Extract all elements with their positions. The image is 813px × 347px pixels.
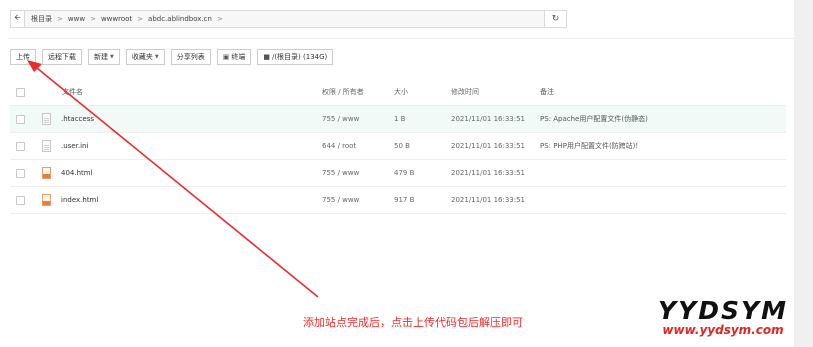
row-checkbox[interactable] — [16, 114, 25, 124]
file-name[interactable]: .user.ini — [61, 142, 88, 150]
new-label: 新建 — [94, 53, 108, 61]
file-size: 917 B — [394, 196, 415, 204]
table-header: 文件名 权限 / 所有者 大小 修改时间 备注 — [10, 79, 786, 106]
breadcrumb[interactable]: 根目录 > www > wwwroot > abdc.ablindbox.cn … — [25, 10, 545, 28]
refresh-button[interactable]: ↻ — [545, 10, 567, 28]
chevron-down-icon: ▼ — [154, 54, 159, 60]
upload-button[interactable]: 上传 — [10, 49, 36, 65]
watermark-logo: YYDSYM — [658, 296, 788, 325]
select-all-checkbox[interactable] — [16, 87, 25, 97]
header-size[interactable]: 大小 — [394, 87, 451, 97]
chevron-right-icon: > — [57, 15, 63, 23]
breadcrumb-www[interactable]: www — [68, 15, 85, 23]
file-perm[interactable]: 644 / root — [322, 142, 394, 150]
disk-icon: ■ — [263, 53, 270, 61]
terminal-label: 终端 — [231, 53, 246, 61]
watermark-url: www.yydsym.com — [662, 323, 784, 337]
file-name[interactable]: 404.html — [61, 169, 93, 177]
file-note: PS: Apache用户配置文件(伪静态) — [540, 115, 648, 123]
row-checkbox[interactable] — [16, 168, 25, 178]
file-name[interactable]: index.html — [61, 196, 98, 204]
header-name[interactable]: 文件名 — [42, 87, 83, 97]
chevron-right-icon: > — [216, 15, 223, 23]
html-file-icon — [42, 194, 51, 206]
divider — [8, 38, 794, 39]
table-row[interactable]: .htaccess 755 / www 1 B 2021/11/01 16:33… — [10, 106, 786, 133]
annotation-text: 添加站点完成后，点击上传代码包后解压即可 — [303, 316, 523, 329]
file-name[interactable]: .htaccess — [61, 115, 94, 123]
file-table: 文件名 权限 / 所有者 大小 修改时间 备注 .htaccess 755 / … — [10, 79, 786, 214]
file-time: 2021/11/01 16:33:51 — [451, 196, 526, 204]
refresh-icon: ↻ — [551, 14, 560, 24]
file-time: 2021/11/01 16:33:51 — [451, 115, 526, 123]
remote-download-label: 远程下载 — [48, 53, 76, 61]
file-time: 2021/11/01 16:33:51 — [451, 169, 526, 177]
remote-download-button[interactable]: 远程下载 — [42, 49, 82, 65]
path-bar: 🡨 根目录 > www > wwwroot > abdc.ablindbox.c… — [10, 10, 567, 28]
file-size: 479 B — [394, 169, 415, 177]
chevron-right-icon: > — [90, 15, 96, 23]
share-list-button[interactable]: 分享列表 — [170, 49, 211, 65]
row-checkbox[interactable] — [16, 195, 25, 205]
breadcrumb-root[interactable]: 根目录 — [31, 14, 52, 24]
arrow-left-icon: 🡨 — [14, 13, 21, 22]
back-button[interactable]: 🡨 — [10, 10, 25, 28]
chevron-right-icon: > — [137, 15, 144, 23]
file-perm[interactable]: 755 / www — [322, 115, 394, 123]
file-perm[interactable]: 755 / www — [322, 169, 394, 177]
breadcrumb-wwwroot[interactable]: wwwroot — [101, 15, 132, 23]
upload-button-label: 上传 — [16, 53, 30, 61]
html-file-icon — [42, 167, 51, 179]
header-perm[interactable]: 权限 / 所有者 — [322, 87, 394, 97]
toolbar: 上传 远程下载 新建 ▼ 收藏夹 ▼ 分享列表 ▣ 终端 ■/(根目录) (134G) — [10, 49, 334, 65]
text-file-icon — [42, 113, 51, 125]
file-size: 50 B — [394, 142, 410, 150]
new-dropdown-button[interactable]: 新建 ▼ — [88, 49, 120, 65]
terminal-icon: ▣ — [222, 53, 230, 61]
file-size: 1 B — [394, 115, 406, 123]
favorites-dropdown-button[interactable]: 收藏夹 ▼ — [125, 49, 165, 65]
table-row[interactable]: index.html 755 / www 917 B 2021/11/01 16… — [10, 187, 786, 214]
table-row[interactable]: 404.html 755 / www 479 B 2021/11/01 16:3… — [10, 160, 786, 187]
page-gutter — [794, 0, 813, 347]
watermark: YYDSYM www.yydsym.com — [643, 298, 803, 337]
terminal-button[interactable]: ▣ 终端 — [216, 49, 252, 65]
header-note: 备注 — [540, 88, 554, 96]
header-time[interactable]: 修改时间 — [451, 87, 540, 97]
text-file-icon — [42, 140, 51, 152]
file-time: 2021/11/01 16:33:51 — [451, 142, 526, 150]
chevron-down-icon: ▼ — [110, 54, 114, 60]
disk-button[interactable]: ■/(根目录) (134G) — [257, 49, 334, 65]
row-checkbox[interactable] — [16, 141, 25, 151]
disk-label: /(根目录) (134G) — [271, 53, 328, 61]
share-list-label: 分享列表 — [176, 53, 205, 61]
file-perm[interactable]: 755 / www — [322, 196, 394, 204]
table-row[interactable]: .user.ini 644 / root 50 B 2021/11/01 16:… — [10, 133, 786, 160]
breadcrumb-site[interactable]: abdc.ablindbox.cn — [148, 15, 212, 23]
file-note: PS: PHP用户配置文件(防跨站)! — [540, 142, 639, 150]
favorites-label: 收藏夹 — [131, 53, 153, 61]
